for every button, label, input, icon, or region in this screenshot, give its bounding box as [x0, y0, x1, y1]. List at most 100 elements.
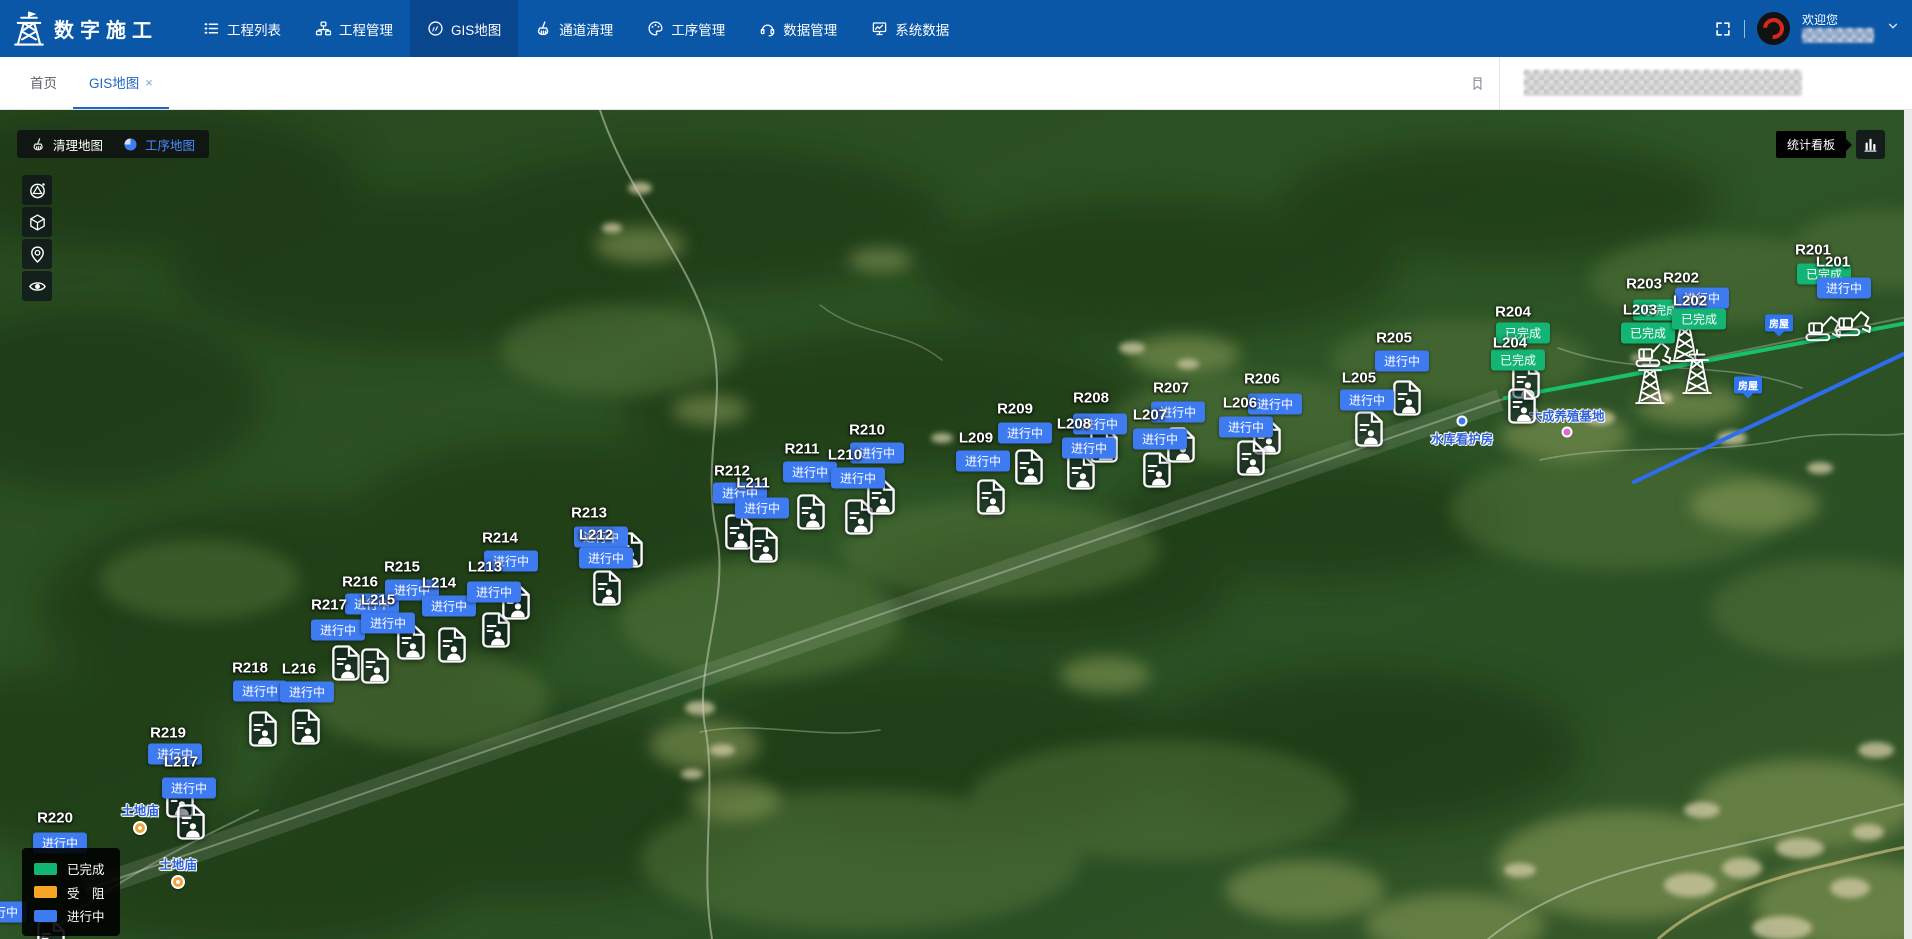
tower-label: L207 [1133, 407, 1167, 424]
status-badge[interactable]: 进行中 [579, 548, 633, 569]
process-map-label: 工序地图 [145, 135, 195, 154]
menu-item-gis-map[interactable]: GIS地图 [410, 0, 518, 57]
status-badge[interactable]: 进行中 [1062, 438, 1116, 459]
status-badge[interactable]: 进行中 [233, 681, 287, 702]
tab-label: 首页 [30, 72, 57, 92]
doc-marker-icon[interactable] [1505, 388, 1538, 425]
menu-item-project-manage[interactable]: 工程管理 [298, 0, 410, 57]
doc-marker-icon[interactable] [435, 627, 468, 664]
doc-marker-icon[interactable] [974, 479, 1007, 516]
avatar[interactable] [1757, 12, 1790, 45]
legend-row: 进行中 [34, 906, 108, 925]
tabs: 首页 GIS地图× [0, 57, 169, 109]
doc-marker-icon[interactable] [1234, 440, 1267, 477]
side-tools [22, 175, 52, 301]
legend-label: 已完成 [67, 859, 105, 878]
monitor-icon [871, 20, 888, 37]
status-badge[interactable]: 已完成 [1672, 309, 1726, 330]
menu-item-system-data[interactable]: 系统数据 [854, 0, 966, 57]
scrollbar[interactable] [1904, 110, 1912, 939]
status-badge[interactable]: 进行中 [1219, 417, 1273, 438]
status-badge[interactable]: 进行中 [1133, 429, 1187, 450]
tower-label: L214 [422, 575, 456, 592]
tower-label: L211 [736, 475, 769, 492]
clear-map-button[interactable]: 清理地图 [21, 130, 113, 158]
status-badge[interactable]: 进行中 [956, 451, 1010, 472]
status-badge[interactable]: 进行中 [998, 423, 1052, 444]
status-badge[interactable]: 进行中 [1817, 278, 1871, 299]
tower-label: L215 [361, 592, 395, 609]
status-badge[interactable]: 进行中 [467, 582, 521, 603]
fullscreen-icon[interactable] [1714, 20, 1732, 38]
doc-marker-icon[interactable] [590, 570, 623, 607]
doc-marker-icon[interactable] [747, 527, 780, 564]
visibility-eye-icon[interactable] [22, 271, 52, 301]
status-badge[interactable]: 已完成 [1491, 350, 1545, 371]
menu-item-channel-clear[interactable]: 通道清理 [518, 0, 630, 57]
bookmark-icon[interactable] [1456, 75, 1499, 92]
tower-label: L205 [1342, 370, 1376, 387]
chevron-down-icon[interactable] [1886, 19, 1900, 38]
globe-3d-icon[interactable] [22, 175, 52, 205]
stats-wrap: 统计看板 [1776, 130, 1885, 159]
menu-item-label: 工程管理 [339, 19, 393, 39]
status-badge[interactable]: 进行中 [311, 620, 365, 641]
app-title: 数字施工 [54, 14, 158, 43]
menu-item-label: 数据管理 [783, 19, 837, 39]
username-redacted [1802, 28, 1874, 43]
tower-label: L213 [468, 559, 502, 576]
nav-right: 欢迎您 [1714, 12, 1912, 45]
doc-marker-icon[interactable] [1390, 380, 1423, 417]
tab-gis-map[interactable]: GIS地图× [73, 57, 169, 109]
digger-marker-icon[interactable] [1831, 307, 1873, 338]
lattice-marker-icon[interactable] [1681, 347, 1714, 397]
status-badge[interactable]: 进行中 [1340, 390, 1394, 411]
doc-marker-icon[interactable] [1352, 411, 1385, 448]
welcome-block: 欢迎您 [1802, 14, 1874, 43]
house-pin[interactable]: 房屋 [1734, 377, 1762, 394]
tower-label: R211 [784, 441, 819, 458]
cube-3d-icon[interactable] [22, 207, 52, 237]
menu-item-process-manage[interactable]: 工序管理 [630, 0, 742, 57]
tab-close-icon[interactable]: × [145, 75, 153, 90]
doc-marker-icon[interactable] [289, 709, 322, 746]
status-badge[interactable]: 进行中 [735, 498, 789, 519]
tower-label: L208 [1057, 416, 1091, 433]
tower-label: R203 [1626, 276, 1662, 293]
doc-marker-icon[interactable] [358, 648, 391, 685]
tower-label: L212 [579, 527, 613, 544]
status-badge[interactable]: 进行中 [162, 778, 216, 799]
locate-pin-icon[interactable] [22, 239, 52, 269]
tower-label: R206 [1244, 371, 1280, 388]
doc-marker-icon[interactable] [794, 494, 827, 531]
app-logo-icon [10, 9, 48, 49]
tower-label: R216 [342, 574, 378, 591]
menu-item-data-manage[interactable]: 数据管理 [742, 0, 854, 57]
status-badge[interactable]: 进行中 [361, 613, 415, 634]
pie-icon [123, 137, 138, 152]
tower-label: R218 [232, 660, 268, 677]
clear-map-label: 清理地图 [53, 135, 103, 154]
tower-label: L210 [828, 447, 862, 464]
legend-row: 受 阻 [34, 883, 108, 902]
legend-label: 受 阻 [67, 883, 105, 902]
house-pin[interactable]: 房屋 [1765, 315, 1793, 332]
doc-marker-icon[interactable] [246, 711, 279, 748]
locate-pin-icon [28, 245, 47, 264]
status-badge[interactable]: 进行中 [783, 462, 837, 483]
tower-label: R207 [1153, 380, 1189, 397]
tab-bar-divider [1499, 57, 1500, 110]
menu-item-project-list[interactable]: 工程列表 [186, 0, 298, 57]
tab-home[interactable]: 首页 [14, 57, 73, 109]
doc-marker-icon[interactable] [174, 804, 207, 841]
stats-tooltip: 统计看板 [1776, 131, 1846, 158]
welcome-text: 欢迎您 [1802, 14, 1874, 26]
status-badge[interactable]: 进行中 [831, 468, 885, 489]
status-badge[interactable]: 进行中 [280, 682, 334, 703]
doc-marker-icon[interactable] [1012, 449, 1045, 486]
stats-panel-button[interactable] [1856, 130, 1885, 159]
gis-map[interactable]: 土地庙土地庙水库看护房大成养殖基地 进行中进行中进行中进行中进行中进行中进行中进… [0, 110, 1912, 939]
status-badge[interactable]: 进行中 [1375, 351, 1429, 372]
status-badge[interactable]: 已完成 [1621, 323, 1675, 344]
process-map-button[interactable]: 工序地图 [113, 130, 205, 158]
